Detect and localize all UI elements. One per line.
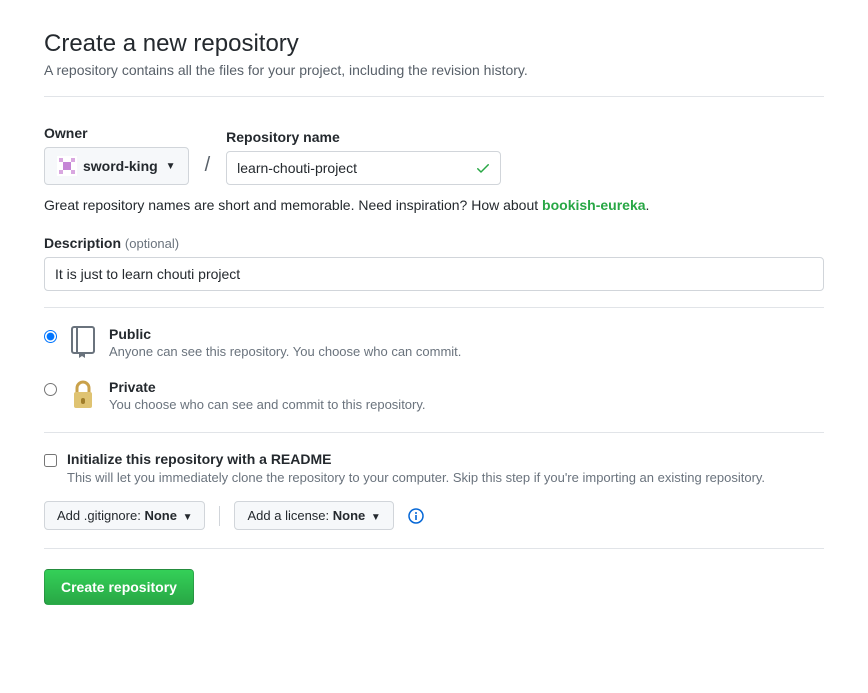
page-subtitle: A repository contains all the files for …: [44, 62, 824, 78]
gitignore-dropdown[interactable]: Add .gitignore: None ▼: [44, 501, 205, 530]
description-label: Description: [44, 235, 121, 251]
description-input[interactable]: [44, 257, 824, 291]
caret-down-icon: ▼: [183, 512, 193, 523]
repo-name-hint: Great repository names are short and mem…: [44, 197, 824, 213]
repo-name-label: Repository name: [226, 129, 501, 145]
owner-dropdown[interactable]: sword-king ▼: [44, 147, 189, 185]
divider: [44, 432, 824, 433]
repo-public-icon: [69, 326, 97, 358]
private-desc: You choose who can see and commit to thi…: [109, 397, 426, 412]
info-icon[interactable]: [408, 508, 424, 524]
lock-icon: [69, 379, 97, 411]
repo-name-input[interactable]: [226, 151, 501, 185]
readme-desc: This will let you immediately clone the …: [67, 470, 765, 485]
divider: [44, 96, 824, 97]
suggestion-link[interactable]: bookish-eureka: [542, 197, 645, 213]
public-radio[interactable]: [44, 330, 57, 343]
license-dropdown[interactable]: Add a license: None ▼: [234, 501, 393, 530]
page-title: Create a new repository: [44, 30, 824, 58]
vertical-separator: [219, 506, 220, 526]
divider: [44, 307, 824, 308]
slash-separator: /: [201, 154, 215, 185]
avatar-icon: [57, 156, 77, 176]
check-icon: [475, 160, 491, 176]
private-radio[interactable]: [44, 383, 57, 396]
private-title: Private: [109, 379, 426, 395]
caret-down-icon: ▼: [166, 161, 176, 172]
readme-title: Initialize this repository with a README: [67, 451, 765, 467]
owner-username: sword-king: [83, 158, 158, 174]
optional-label: (optional): [125, 236, 179, 251]
public-desc: Anyone can see this repository. You choo…: [109, 344, 461, 359]
divider: [44, 548, 824, 549]
readme-checkbox[interactable]: [44, 454, 57, 467]
caret-down-icon: ▼: [371, 512, 381, 523]
create-repository-button[interactable]: Create repository: [44, 569, 194, 605]
public-title: Public: [109, 326, 461, 342]
owner-label: Owner: [44, 125, 189, 141]
